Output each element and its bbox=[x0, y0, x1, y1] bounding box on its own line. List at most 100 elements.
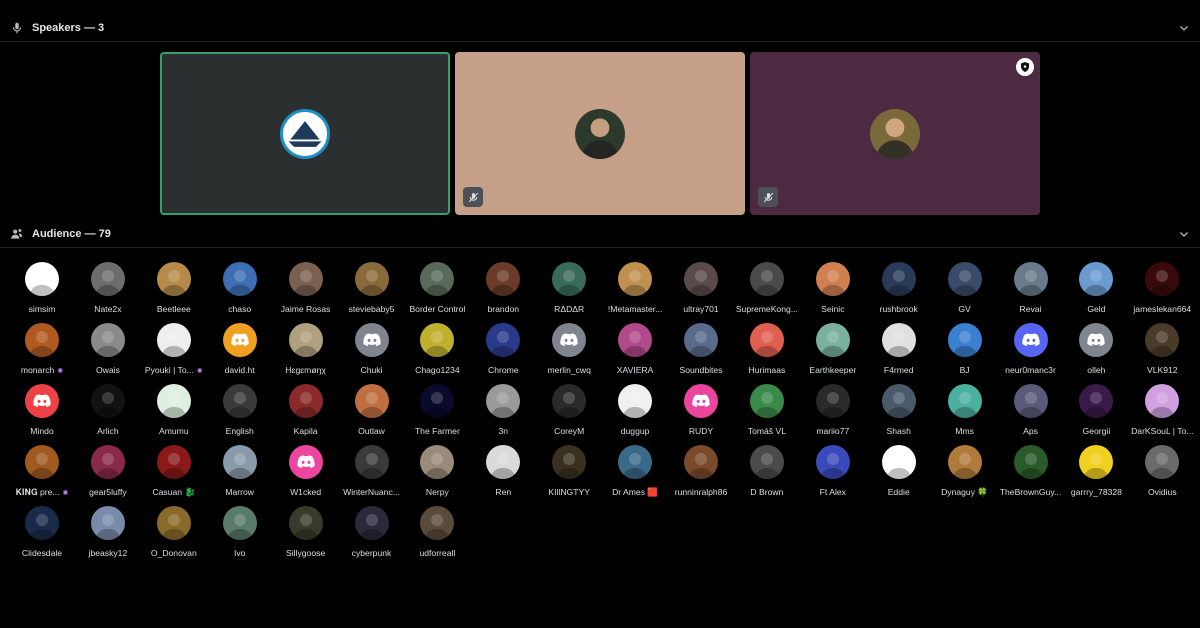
audience-member[interactable]: BJ bbox=[932, 323, 998, 375]
audience-member[interactable]: Jaime Rosas bbox=[273, 262, 339, 314]
member-avatar[interactable] bbox=[815, 445, 850, 479]
member-avatar[interactable] bbox=[881, 323, 916, 357]
audience-member[interactable]: rushbrook bbox=[866, 262, 932, 314]
audience-member[interactable]: jbeasky12 bbox=[75, 506, 141, 558]
audience-member[interactable]: Revai bbox=[998, 262, 1064, 314]
member-avatar[interactable] bbox=[618, 445, 653, 479]
audience-member[interactable]: O_Donovan bbox=[141, 506, 207, 558]
audience-member[interactable]: RΔDΔR bbox=[536, 262, 602, 314]
audience-member[interactable]: Chuki bbox=[339, 323, 405, 375]
member-avatar[interactable] bbox=[354, 384, 389, 418]
member-avatar[interactable] bbox=[1079, 262, 1114, 296]
audience-member[interactable]: neur0manc3r bbox=[998, 323, 1064, 375]
member-avatar[interactable] bbox=[947, 445, 982, 479]
member-avatar[interactable] bbox=[1013, 384, 1048, 418]
member-avatar[interactable] bbox=[354, 323, 389, 357]
audience-member[interactable]: Casuan 🐉 bbox=[141, 445, 207, 497]
member-avatar[interactable] bbox=[222, 384, 257, 418]
audience-member[interactable]: WinterNuanc... bbox=[339, 445, 405, 497]
member-avatar[interactable] bbox=[815, 262, 850, 296]
member-avatar[interactable] bbox=[354, 506, 389, 540]
member-avatar[interactable] bbox=[1145, 323, 1180, 357]
member-avatar[interactable] bbox=[156, 506, 191, 540]
audience-member[interactable]: Eddie bbox=[866, 445, 932, 497]
audience-member[interactable]: Earthkeeper bbox=[800, 323, 866, 375]
audience-member[interactable]: GV bbox=[932, 262, 998, 314]
member-avatar[interactable] bbox=[1145, 262, 1180, 296]
member-avatar[interactable] bbox=[288, 262, 323, 296]
member-avatar[interactable] bbox=[90, 445, 125, 479]
member-avatar[interactable] bbox=[420, 445, 455, 479]
audience-member[interactable]: simsim bbox=[9, 262, 75, 314]
audience-member[interactable]: W1cked bbox=[273, 445, 339, 497]
member-avatar[interactable] bbox=[90, 384, 125, 418]
speaker-tile[interactable] bbox=[455, 52, 745, 215]
member-avatar[interactable] bbox=[25, 506, 59, 540]
member-avatar[interactable] bbox=[1013, 323, 1048, 357]
member-avatar[interactable] bbox=[684, 323, 718, 357]
member-avatar[interactable] bbox=[90, 262, 125, 296]
audience-member[interactable]: Hɛgɛmøŋχ bbox=[273, 323, 339, 375]
audience-member[interactable]: Amumu bbox=[141, 384, 207, 436]
audience-member[interactable]: Ft Alex bbox=[800, 445, 866, 497]
member-avatar[interactable] bbox=[1013, 445, 1048, 479]
speakers-section-header[interactable]: Speakers — 3 bbox=[0, 14, 1200, 42]
audience-member[interactable]: VLK912 bbox=[1129, 323, 1195, 375]
member-avatar[interactable] bbox=[749, 445, 784, 479]
member-avatar[interactable] bbox=[552, 323, 587, 357]
audience-member[interactable]: CoreyM bbox=[536, 384, 602, 436]
member-avatar[interactable] bbox=[749, 262, 784, 296]
audience-member[interactable]: brandon bbox=[470, 262, 536, 314]
member-avatar[interactable] bbox=[881, 445, 916, 479]
audience-member[interactable]: Outlaw bbox=[339, 384, 405, 436]
audience-member[interactable]: monarch ✺ bbox=[9, 323, 75, 375]
audience-section-header[interactable]: Audience — 79 bbox=[0, 220, 1200, 248]
audience-member[interactable]: cyberpunk bbox=[339, 506, 405, 558]
audience-member[interactable]: SupremeKong... bbox=[734, 262, 800, 314]
member-avatar[interactable] bbox=[486, 445, 521, 479]
audience-member[interactable]: Georgii bbox=[1063, 384, 1129, 436]
audience-member[interactable]: XAVIERA bbox=[602, 323, 668, 375]
audience-member[interactable]: gear5luffy bbox=[75, 445, 141, 497]
member-avatar[interactable] bbox=[1145, 445, 1180, 479]
member-avatar[interactable] bbox=[288, 323, 323, 357]
member-avatar[interactable] bbox=[420, 384, 455, 418]
member-avatar[interactable] bbox=[25, 323, 59, 357]
speaker-avatar[interactable] bbox=[280, 108, 330, 159]
audience-member[interactable]: Ovidius bbox=[1129, 445, 1195, 497]
audience-member[interactable]: mariio77 bbox=[800, 384, 866, 436]
audience-member[interactable]: Nerpy bbox=[404, 445, 470, 497]
member-avatar[interactable] bbox=[486, 262, 521, 296]
audience-member[interactable]: F4rmed bbox=[866, 323, 932, 375]
member-avatar[interactable] bbox=[947, 323, 982, 357]
speaker-tile[interactable] bbox=[160, 52, 450, 215]
audience-member[interactable]: Marrow bbox=[207, 445, 273, 497]
audience-member[interactable]: Hurimaas bbox=[734, 323, 800, 375]
member-avatar[interactable] bbox=[288, 384, 323, 418]
member-avatar[interactable] bbox=[486, 323, 521, 357]
audience-member[interactable]: Shash bbox=[866, 384, 932, 436]
member-avatar[interactable] bbox=[420, 262, 455, 296]
member-avatar[interactable] bbox=[684, 384, 718, 418]
audience-member[interactable]: 𝐊𝐈𝐍𝐆 pre... ✺ bbox=[9, 445, 75, 497]
audience-member[interactable]: Tomáš VL bbox=[734, 384, 800, 436]
audience-member[interactable]: ultray701 bbox=[668, 262, 734, 314]
member-avatar[interactable] bbox=[222, 262, 257, 296]
audience-member[interactable]: garrry_78328 bbox=[1063, 445, 1129, 497]
audience-member[interactable]: Border Control bbox=[404, 262, 470, 314]
member-avatar[interactable] bbox=[815, 384, 850, 418]
member-avatar[interactable] bbox=[420, 323, 455, 357]
audience-member[interactable]: DarKSouL | To... bbox=[1129, 384, 1195, 436]
audience-member[interactable]: jameslekan664 bbox=[1129, 262, 1195, 314]
member-avatar[interactable] bbox=[1079, 323, 1114, 357]
audience-member[interactable]: KIllNGTYY bbox=[536, 445, 602, 497]
audience-member[interactable]: udforreall bbox=[404, 506, 470, 558]
speaker-avatar[interactable] bbox=[575, 108, 625, 159]
speaker-avatar[interactable] bbox=[870, 108, 920, 159]
member-avatar[interactable] bbox=[354, 445, 389, 479]
member-avatar[interactable] bbox=[156, 323, 191, 357]
audience-member[interactable]: runninralph86 bbox=[668, 445, 734, 497]
audience-member[interactable]: Arlich bbox=[75, 384, 141, 436]
member-avatar[interactable] bbox=[25, 445, 59, 479]
audience-member[interactable]: 3n bbox=[470, 384, 536, 436]
